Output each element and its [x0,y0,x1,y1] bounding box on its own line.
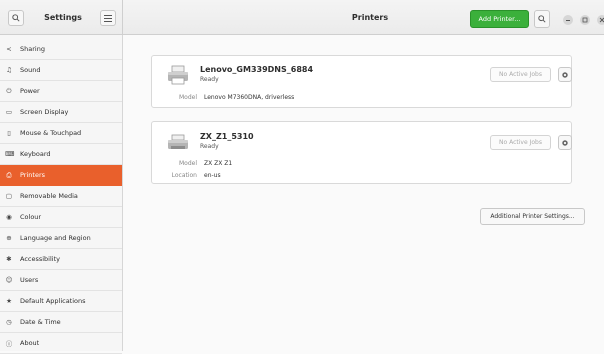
sidebar-header: Settings [0,0,123,35]
clock-icon: ◷ [6,318,12,326]
keyboard-icon: ⌨ [5,150,15,158]
sidebar-item-default-applications[interactable]: ★ Default Applications [0,291,122,312]
sidebar-item-label: Removable Media [20,192,78,200]
model-value: Lenovo M7360DNA, driverless [204,94,295,101]
maximize-button[interactable] [580,15,590,25]
printer-status: Ready [200,143,219,150]
gear-icon [562,139,568,146]
sidebar-item-date-time[interactable]: ◷ Date & Time [0,312,122,333]
sidebar-item-power[interactable]: ⏻ Power [0,81,122,102]
hamburger-icon [104,14,112,22]
sidebar: < Sharing ♫ Sound ⏻ Power ▭ Screen Display ▯ Mous… [0,35,123,354]
printer-icon [168,134,188,149]
star-icon: ★ [6,297,12,305]
printer-status: Ready [200,76,219,83]
close-button[interactable] [597,15,604,25]
users-icon: ☺ [5,276,13,284]
settings-title: Settings [44,13,82,22]
maximize-icon [582,17,588,23]
location-label: Location [171,172,197,179]
sidebar-item-label: Screen Display [20,108,69,116]
printer-name: Lenovo_GM339DNS_6884 [200,65,314,74]
printers-panel: Lenovo_GM339DNS_6884 Ready Model Lenovo … [123,35,604,351]
add-printer-button[interactable]: Add Printer... [470,10,529,28]
minimize-button[interactable] [563,15,573,25]
sidebar-item-colour[interactable]: ◉ Colour [0,207,122,228]
page-title: Printers [351,13,389,22]
monitor-icon: ▭ [5,108,13,116]
sidebar-item-label: Accessibility [20,255,60,263]
sidebar-item-sound[interactable]: ♫ Sound [0,60,122,81]
sidebar-item-label: Users [20,276,39,284]
printer-name: ZX_Z1_5310 [200,132,254,141]
no-active-jobs-button[interactable]: No Active Jobs [490,135,551,150]
mouse-icon: ▯ [7,129,11,137]
sidebar-item-removable-media[interactable]: ▢ Removable Media [0,186,122,207]
sidebar-item-label: About [20,339,40,347]
removable-media-icon: ▢ [5,192,13,200]
sidebar-item-screen-display[interactable]: ▭ Screen Display [0,102,122,123]
printer-icon: ⎙ [6,170,12,179]
printer-card: Lenovo_GM339DNS_6884 Ready Model Lenovo … [151,55,572,108]
sidebar-item-label: Printers [20,171,46,179]
model-value: ZX ZX Z1 [204,160,233,167]
search-button[interactable] [8,10,24,26]
model-label: Model [178,94,197,101]
no-active-jobs-button[interactable]: No Active Jobs [490,67,551,82]
globe-icon: ⊕ [6,234,12,242]
model-label: Model [178,160,197,167]
search-icon [538,15,546,23]
sidebar-item-sharing[interactable]: < Sharing [0,39,122,60]
printer-icon [168,65,188,85]
menu-button[interactable] [100,10,116,26]
sidebar-item-label: Colour [20,213,42,221]
sidebar-item-mouse-touchpad[interactable]: ▯ Mouse & Touchpad [0,123,122,144]
search-icon [12,14,20,22]
share-icon: < [6,45,12,53]
sidebar-item-label: Sharing [20,45,45,53]
location-value: en-us [204,172,221,179]
close-icon [599,17,604,23]
colour-icon: ◉ [6,213,12,221]
minimize-icon [566,20,570,21]
additional-printer-settings-button[interactable]: Additional Printer Settings... [480,208,585,225]
sidebar-item-keyboard[interactable]: ⌨ Keyboard [0,144,122,165]
gear-icon [562,71,568,78]
printer-search-button[interactable] [534,10,550,28]
printer-settings-button[interactable] [558,67,572,82]
sidebar-item-accessibility[interactable]: ✱ Accessibility [0,249,122,270]
info-icon: ⓘ [5,340,13,348]
power-icon: ⏻ [6,86,12,95]
printer-card: ZX_Z1_5310 Ready Model ZX ZX Z1 Location… [151,121,572,184]
printer-settings-button[interactable] [558,135,572,150]
sidebar-item-printers[interactable]: ⎙ Printers [0,165,122,186]
sidebar-item-label: Language and Region [20,234,91,242]
header-bar: Settings Printers Add Printer... [0,0,604,35]
sidebar-item-label: Power [20,87,40,95]
accessibility-icon: ✱ [6,255,12,263]
music-note-icon: ♫ [6,66,12,74]
sidebar-item-label: Default Applications [20,297,86,305]
sidebar-item-users[interactable]: ☺ Users [0,270,122,291]
sidebar-item-label: Date & Time [20,318,61,326]
sidebar-item-language-and-region[interactable]: ⊕ Language and Region [0,228,122,249]
sidebar-item-label: Keyboard [20,150,51,158]
sidebar-item-label: Mouse & Touchpad [20,129,82,137]
sidebar-item-label: Sound [20,66,41,74]
